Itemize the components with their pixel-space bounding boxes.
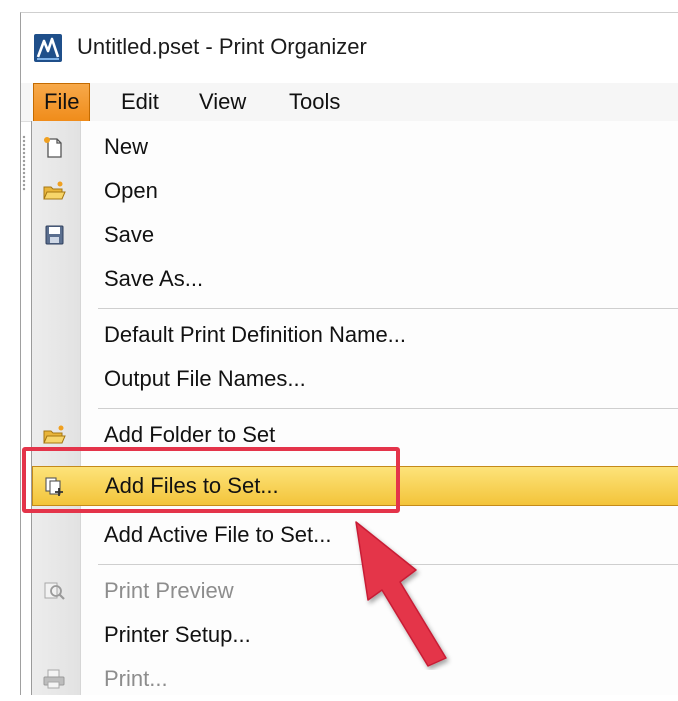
menu-view[interactable]: View xyxy=(189,83,256,121)
menu-item-open[interactable]: Open xyxy=(32,169,678,213)
menu-bar: File Edit View Tools xyxy=(21,83,678,122)
menu-item-label: Save As... xyxy=(104,266,204,291)
new-document-icon xyxy=(44,137,62,158)
menu-separator xyxy=(98,308,678,309)
add-folder-icon xyxy=(43,425,66,444)
menu-item-label: Save xyxy=(104,222,155,247)
menu-item-label: Add Active File to Set... xyxy=(104,522,332,547)
menu-item-label: Default Print Definition Name... xyxy=(104,322,407,347)
menu-item-label: Printer Setup... xyxy=(104,622,251,647)
menu-item-new[interactable]: New xyxy=(32,125,678,169)
title-bar: Untitled.pset - Print Organizer xyxy=(21,13,678,79)
menu-item-save[interactable]: Save xyxy=(32,213,678,257)
toolbar-grip[interactable] xyxy=(22,135,26,191)
menu-item-label: Print... xyxy=(104,666,168,691)
menu-item-output-file-names[interactable]: Output File Names... xyxy=(32,357,678,401)
menu-separator xyxy=(98,408,678,409)
print-organizer-icon xyxy=(34,34,62,62)
menu-tools[interactable]: Tools xyxy=(279,83,350,121)
menu-item-label: Open xyxy=(104,178,158,203)
menu-item-label: Print Preview xyxy=(104,578,234,603)
menu-item-label: New xyxy=(104,134,149,159)
menu-item-default-print-definition-name[interactable]: Default Print Definition Name... xyxy=(32,313,678,357)
printer-icon xyxy=(43,669,65,689)
menu-item-save-as[interactable]: Save As... xyxy=(32,257,678,301)
open-folder-icon xyxy=(43,181,66,200)
menu-file[interactable]: File xyxy=(33,83,91,121)
menu-item-label: Output File Names... xyxy=(104,366,306,391)
save-disk-icon xyxy=(45,225,64,245)
menu-edit[interactable]: Edit xyxy=(111,83,169,121)
annotation-arrow-icon xyxy=(355,521,447,667)
print-preview-icon xyxy=(44,582,65,600)
window-title: Untitled.pset - Print Organizer xyxy=(77,34,367,59)
